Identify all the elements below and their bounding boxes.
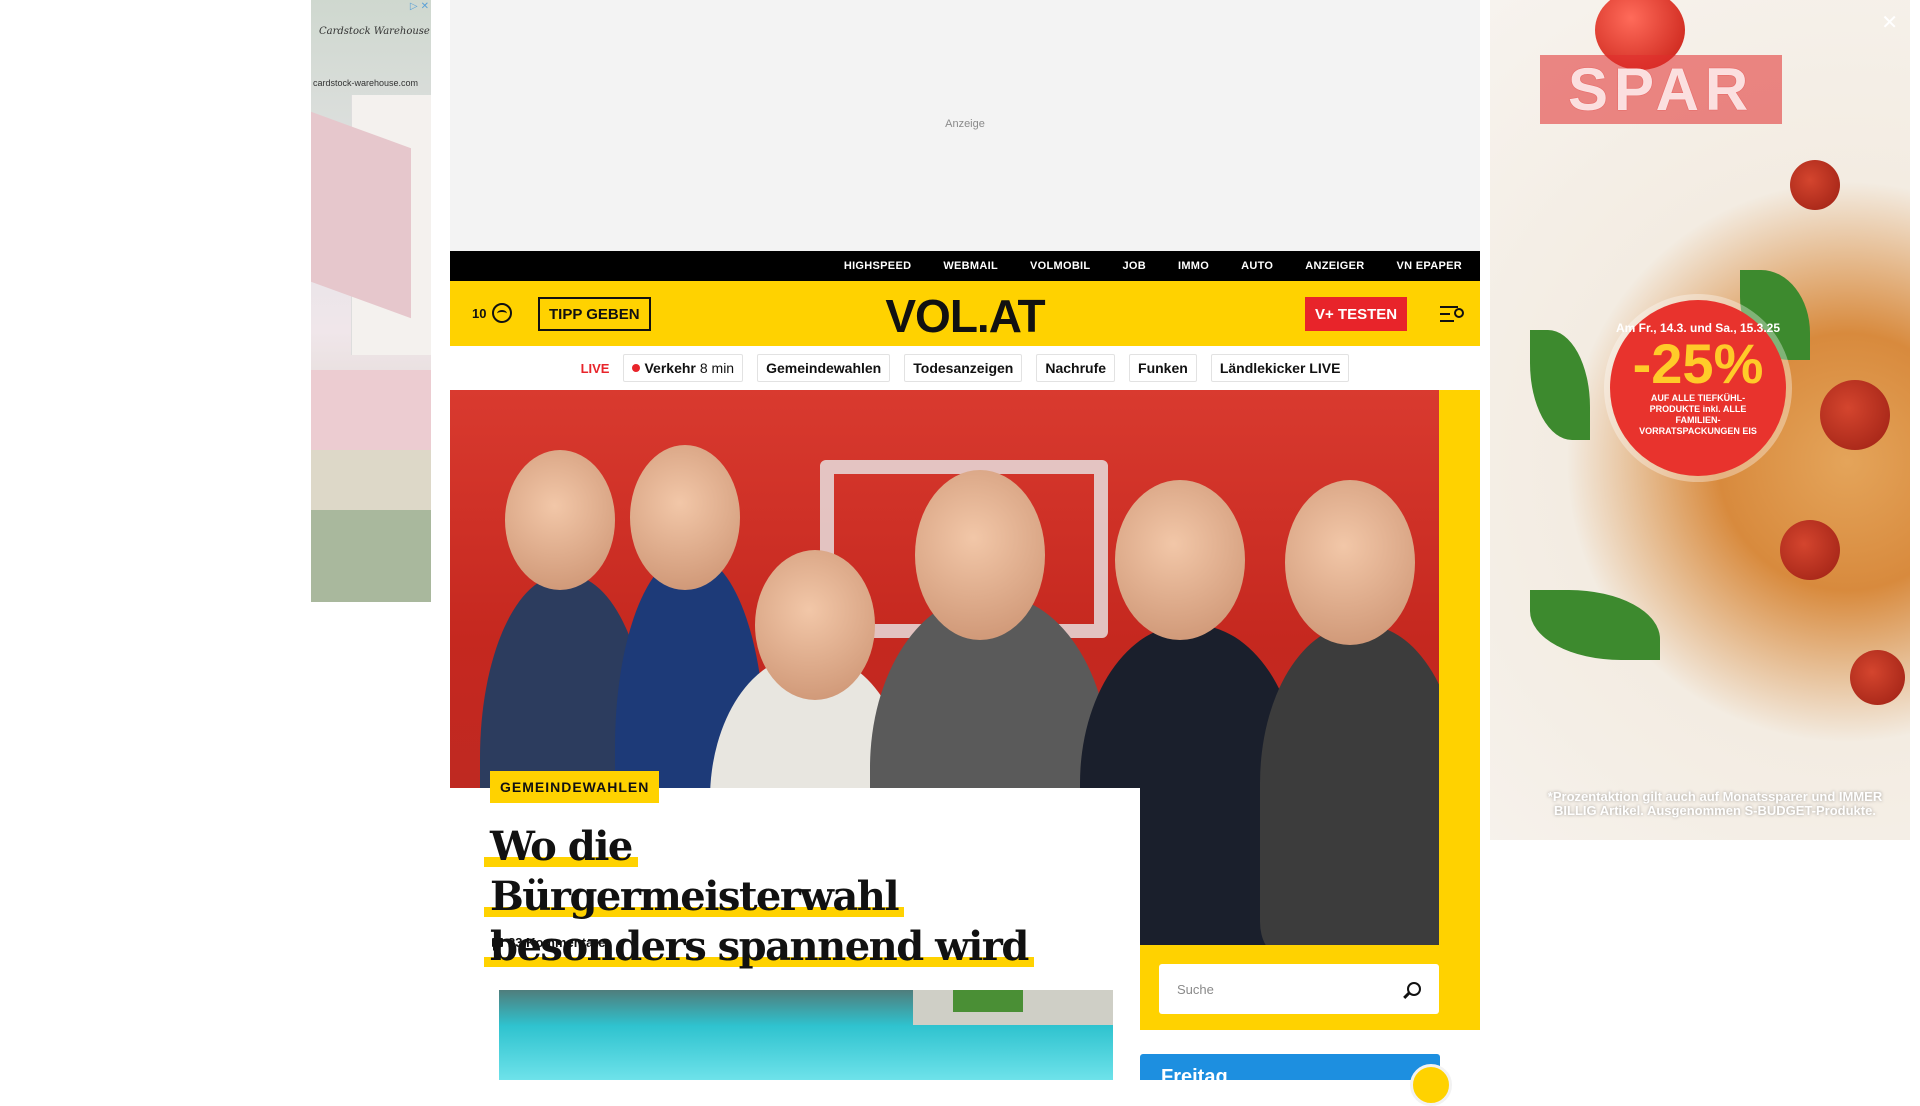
person-face-image [1285, 480, 1415, 645]
person-face-image [1115, 480, 1245, 640]
search-placeholder: Suche [1177, 981, 1214, 997]
ad-card-image [311, 450, 431, 510]
person-face-image [915, 470, 1045, 640]
chip-laendlekicker-live[interactable]: Ländlekicker LIVE [1210, 354, 1350, 382]
topbar-link-webmail[interactable]: WEBMAIL [943, 260, 998, 272]
menu-search-icon[interactable] [1440, 304, 1464, 324]
live-dot-icon [632, 364, 641, 372]
pepperoni-image [1850, 650, 1905, 705]
topbar-link-volmobil[interactable]: VOLMOBIL [1030, 260, 1090, 272]
ad-close-icon[interactable]: ✕ [421, 1, 429, 12]
topbar-link-anzeiger[interactable]: ANZEIGER [1305, 260, 1364, 272]
sun-icon [1410, 1064, 1452, 1106]
pepperoni-image [1790, 160, 1840, 210]
promo-badge: Am Fr., 14.3. und Sa., 15.3.25 -25% AUF … [1610, 300, 1786, 476]
topbar-link-highspeed[interactable]: HIGHSPEED [844, 260, 912, 272]
vplus-trial-button[interactable]: V+ TESTEN [1305, 297, 1408, 331]
service-links-bar: HIGHSPEED WEBMAIL VOLMOBIL JOB IMMO AUTO… [450, 251, 1480, 281]
basil-leaf-image [1530, 590, 1660, 660]
topbar-link-auto[interactable]: AUTO [1241, 260, 1273, 272]
person-face-image [630, 445, 740, 590]
live-label: LIVE [580, 360, 610, 376]
top-ad-slot: Anzeige [450, 0, 1480, 251]
promo-text: AUF ALLE TIEFKÜHL-PRODUKTE inkl. ALLE FA… [1639, 393, 1757, 436]
weather-card[interactable]: Freitag [1140, 1054, 1452, 1106]
chip-traffic-time: 8 min [699, 360, 735, 376]
search-input[interactable]: Suche [1159, 964, 1439, 1014]
chip-traffic[interactable]: Verkehr 8 min [623, 354, 744, 382]
basil-leaf-image [1530, 330, 1590, 440]
left-skyscraper-ad[interactable]: ▷ ✕ Cardstock Warehouse cardstock-wareho… [311, 0, 431, 602]
ad-label: Anzeige [945, 118, 985, 130]
comment-icon [492, 938, 503, 951]
secondary-article-image[interactable] [499, 990, 1113, 1080]
ad-brand-logo: Cardstock Warehouse [319, 26, 430, 37]
chip-funken[interactable]: Funken [1129, 354, 1197, 382]
site-header: 10 TIPP GEBEN VOL.AT V+ TESTEN [450, 281, 1480, 346]
ad-envelope-image [311, 111, 411, 319]
chip-todesanzeigen[interactable]: Todesanzeigen [904, 354, 1023, 382]
promo-footnote: *Prozentaktion gilt auch auf Monatsspare… [1547, 789, 1883, 818]
topbar-link-immo[interactable]: IMMO [1178, 260, 1209, 272]
person-face-image [755, 550, 875, 700]
search-icon[interactable] [1407, 982, 1421, 996]
comments-link[interactable]: 23 Kommentare [492, 935, 606, 951]
pepperoni-image [1780, 520, 1840, 580]
category-tag[interactable]: GEMEINDEWAHLEN [490, 771, 660, 803]
ad-card-image [311, 370, 431, 450]
ad-choices-badge[interactable]: ▷ ✕ [410, 1, 429, 12]
grass-image [953, 990, 1023, 1012]
person-face-image [505, 450, 615, 590]
topbar-link-job[interactable]: JOB [1122, 260, 1146, 272]
spar-logo: SPAR [1540, 55, 1783, 124]
headline-line-1: Wo die Bürgermeisterwahl [484, 823, 905, 920]
ad-url[interactable]: cardstock-warehouse.com [313, 78, 418, 88]
ad-choices-icon[interactable]: ▷ [410, 1, 418, 12]
promo-percent: -25% [1632, 332, 1764, 395]
chip-nachrufe[interactable]: Nachrufe [1036, 354, 1116, 382]
chip-traffic-label: Verkehr [644, 360, 696, 376]
chip-gemeindewahlen[interactable]: Gemeindewahlen [757, 354, 891, 382]
pepperoni-image [1820, 380, 1890, 450]
weather-card-title: Freitag [1161, 1066, 1228, 1088]
right-skyscraper-ad[interactable]: SPAR Am Fr., 14.3. und Sa., 15.3.25 -25%… [1490, 0, 1910, 840]
topbar-link-vn-epaper[interactable]: VN EPAPER [1397, 260, 1462, 272]
quick-nav: LIVE Verkehr 8 min Gemeindewahlen Todesa… [450, 346, 1480, 390]
ad-card-image [311, 510, 431, 602]
person-image [1260, 625, 1439, 945]
comments-count: 23 Kommentare [508, 935, 606, 950]
close-icon[interactable]: ✕ [1881, 10, 1898, 35]
